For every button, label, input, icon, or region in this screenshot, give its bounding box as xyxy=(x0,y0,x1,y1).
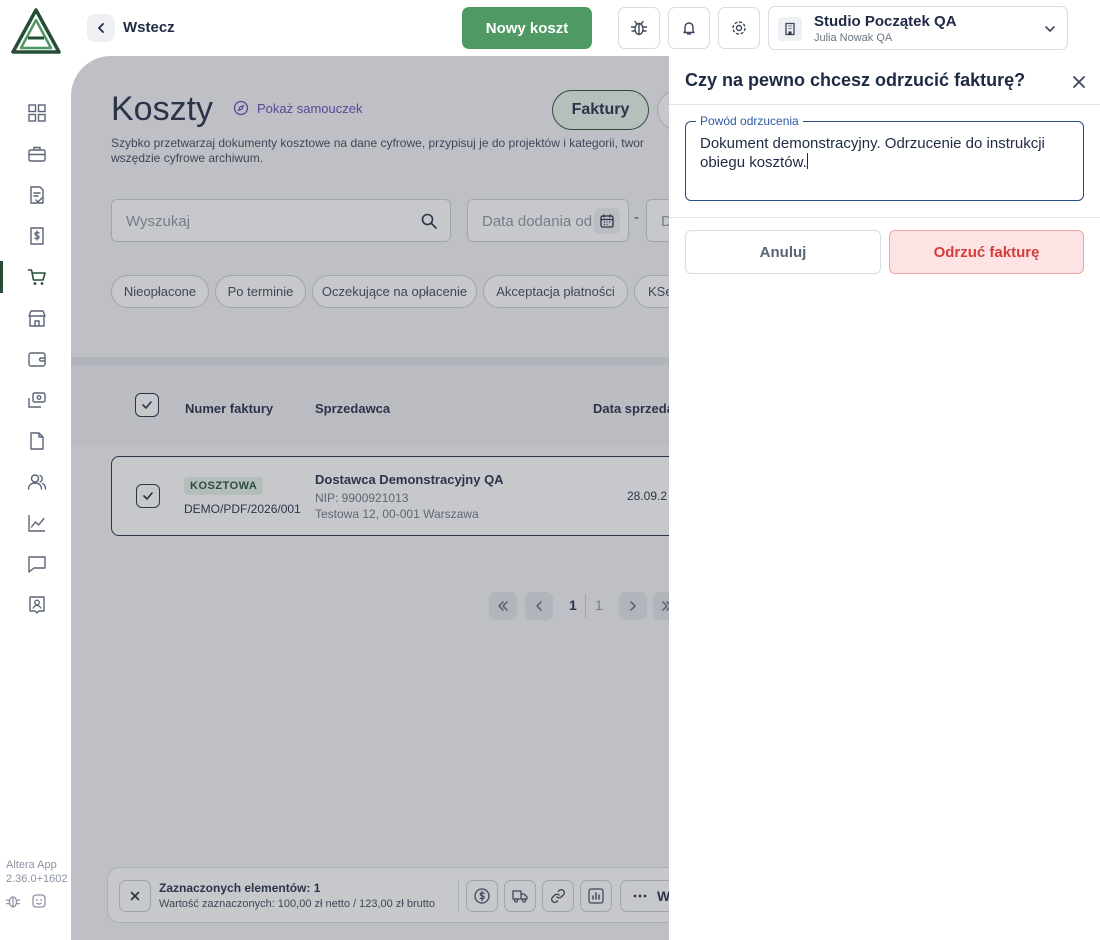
drawer-divider-bottom xyxy=(669,217,1100,218)
bug-icon[interactable] xyxy=(5,893,21,909)
document-check-icon xyxy=(30,186,44,204)
sidebar-item-costs[interactable] xyxy=(24,264,50,290)
store-icon xyxy=(28,310,46,327)
invoice-dollar-icon xyxy=(30,227,44,245)
file-icon xyxy=(30,432,44,450)
sidebar-item-contractors[interactable] xyxy=(24,305,50,331)
close-icon xyxy=(1073,76,1085,88)
notifications-button[interactable] xyxy=(668,7,710,49)
reject-invoice-button[interactable]: Odrzuć fakturę xyxy=(889,230,1084,274)
sidebar-active-indicator xyxy=(0,261,3,293)
grid-icon xyxy=(28,104,46,122)
app-version: Altera App 2.36.0+1602 xyxy=(6,858,72,886)
modal-backdrop[interactable] xyxy=(71,56,671,940)
chevron-down-icon xyxy=(1043,22,1057,36)
contact-icon xyxy=(29,596,45,614)
cart-icon xyxy=(27,269,46,285)
settings-button[interactable] xyxy=(718,7,760,49)
feedback-icon[interactable] xyxy=(31,893,47,909)
briefcase-icon xyxy=(28,146,46,162)
drawer-title: Czy na pewno chcesz odrzucić fakturę? xyxy=(685,70,1026,90)
app-name: Altera App xyxy=(6,859,57,871)
back-label[interactable]: Wstecz xyxy=(123,19,175,36)
bug-report-button[interactable] xyxy=(618,7,660,49)
sidebar-item-transfers[interactable] xyxy=(24,387,50,413)
sidebar-item-contact[interactable] xyxy=(24,592,50,618)
bell-icon xyxy=(683,22,695,35)
sidebar-item-reports[interactable] xyxy=(24,510,50,536)
rejection-reason-label: Powód odrzucenia xyxy=(696,114,803,128)
sidebar-item-team[interactable] xyxy=(24,469,50,495)
users-icon xyxy=(27,474,47,490)
version-number: 2.36.0+1602 xyxy=(6,873,68,885)
sidebar-item-wallet[interactable] xyxy=(24,346,50,372)
sidebar-item-files[interactable] xyxy=(24,428,50,454)
sidebar-item-sales[interactable] xyxy=(24,223,50,249)
transfer-icon xyxy=(28,392,46,408)
rejection-reason-value[interactable]: Dokument demonstracyjny. Odrzucenie do i… xyxy=(700,134,1085,172)
bug-icon xyxy=(630,20,648,36)
new-cost-button[interactable]: Nowy koszt xyxy=(462,7,592,49)
sidebar-item-dashboard[interactable] xyxy=(24,100,50,126)
drawer-divider-top xyxy=(669,104,1100,105)
app-logo[interactable] xyxy=(11,8,61,54)
rejection-reason-textarea[interactable]: Powód odrzucenia Dokument demonstracyjny… xyxy=(685,114,1085,201)
close-drawer-button[interactable] xyxy=(1069,72,1089,92)
wallet-icon xyxy=(28,352,46,367)
chat-icon xyxy=(28,556,46,573)
building-icon xyxy=(778,17,802,41)
reject-invoice-drawer: Czy na pewno chcesz odrzucić fakturę? Po… xyxy=(669,56,1100,940)
back-button[interactable] xyxy=(87,14,115,42)
company-user: Julia Nowak QA xyxy=(814,32,893,44)
sidebar-item-projects[interactable] xyxy=(24,141,50,167)
company-name: Studio Początek QA xyxy=(814,13,957,30)
chart-icon xyxy=(28,515,45,532)
cancel-button[interactable]: Anuluj xyxy=(685,230,881,274)
chevron-left-icon xyxy=(98,23,104,33)
sidebar-item-messages[interactable] xyxy=(24,551,50,577)
sidebar-item-documents[interactable] xyxy=(24,182,50,208)
company-switcher[interactable]: Studio Początek QA Julia Nowak QA xyxy=(768,6,1068,50)
gear-icon xyxy=(732,21,746,35)
